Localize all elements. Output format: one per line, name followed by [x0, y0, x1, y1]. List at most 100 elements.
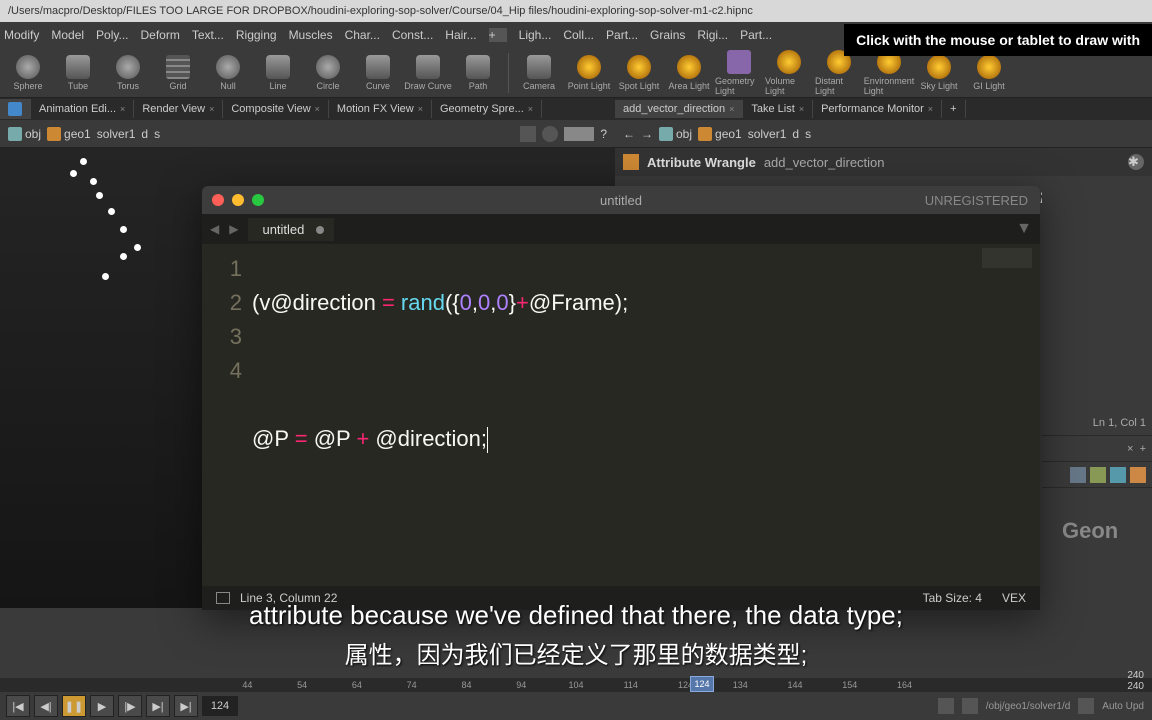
bc-s[interactable]: s	[154, 127, 160, 141]
nav-fwd-icon[interactable]: →	[641, 127, 653, 141]
tab-take-list[interactable]: Take List×	[743, 100, 813, 118]
current-frame-field[interactable]: 124	[202, 696, 238, 716]
shelf-grid[interactable]: Grid	[154, 50, 202, 96]
menu-item[interactable]: Grains	[650, 28, 685, 42]
tab-performance-monitor[interactable]: Performance Monitor×	[813, 100, 942, 118]
menu-item[interactable]: Poly...	[96, 28, 128, 42]
layout-icon[interactable]	[216, 592, 230, 604]
bc-s[interactable]: s	[805, 127, 811, 141]
window-minimize-icon[interactable]	[232, 194, 244, 206]
timeline-ruler[interactable]: 44 54 64 74 84 94 104 114 124 134 144 15…	[0, 678, 1152, 692]
shelf-add-icon[interactable]: +	[489, 28, 507, 42]
bc-obj[interactable]: obj	[8, 127, 41, 141]
cursor-position-label[interactable]: Line 3, Column 22	[240, 591, 337, 605]
shelf-geo-light[interactable]: Geometry Light	[715, 50, 763, 96]
syntax-label[interactable]: VEX	[1002, 591, 1026, 605]
shelf-gi-light[interactable]: GI Light	[965, 50, 1013, 96]
shelf-torus[interactable]: Torus	[104, 50, 152, 96]
nodeview-icon[interactable]	[1110, 467, 1126, 483]
shelf-line[interactable]: Line	[254, 50, 302, 96]
tab-render-view[interactable]: Render View×	[134, 100, 223, 118]
step-back-button[interactable]: ◀|	[34, 695, 58, 717]
menu-item[interactable]: Deform	[141, 28, 180, 42]
history-fwd-icon[interactable]: ▶	[229, 222, 238, 236]
update-mode-icon[interactable]	[1078, 698, 1094, 714]
shelf-volume-light[interactable]: Volume Light	[765, 50, 813, 96]
tab-geo-spreadsheet[interactable]: Geometry Spre...×	[432, 100, 542, 118]
gear-icon[interactable]: ✱	[1128, 154, 1144, 170]
bc-d[interactable]: d	[792, 127, 799, 141]
tab-motionfx-view[interactable]: Motion FX View×	[329, 100, 432, 118]
viewport-toggle-icon[interactable]	[520, 126, 536, 142]
menu-item[interactable]: Char...	[345, 28, 380, 42]
shelf-curve[interactable]: Curve	[354, 50, 402, 96]
shelf-spot-light[interactable]: Spot Light	[615, 50, 663, 96]
menu-item[interactable]: Model	[51, 28, 84, 42]
tab-add[interactable]: +	[942, 100, 965, 118]
close-icon[interactable]: ×	[799, 104, 804, 114]
lock-icon[interactable]	[938, 698, 954, 714]
goto-end-button[interactable]: ▶|	[174, 695, 198, 717]
play-button[interactable]: ▶	[90, 695, 114, 717]
menu-item[interactable]: Muscles	[289, 28, 333, 42]
shelf-null[interactable]: Null	[204, 50, 252, 96]
close-icon[interactable]: ×	[120, 104, 125, 114]
editor-titlebar[interactable]: untitled UNREGISTERED	[202, 186, 1040, 214]
menu-item[interactable]: Modify	[4, 28, 39, 42]
shelf-point-light[interactable]: Point Light	[565, 50, 613, 96]
pause-button[interactable]: ❚❚	[62, 695, 86, 717]
auto-update-label[interactable]: Auto Upd	[1102, 701, 1144, 712]
help-icon[interactable]: ?	[600, 127, 607, 141]
history-back-icon[interactable]: ◀	[210, 222, 219, 236]
viewport-record-icon[interactable]	[542, 126, 558, 142]
tab-add-vector-direction[interactable]: add_vector_direction×	[615, 100, 743, 118]
shelf-sky-light[interactable]: Sky Light	[915, 50, 963, 96]
shelf-sphere[interactable]: Sphere	[4, 50, 52, 96]
shelf-draw-curve[interactable]: Draw Curve	[404, 50, 452, 96]
editor-tab-untitled[interactable]: untitled	[248, 218, 334, 241]
menu-item[interactable]: Const...	[392, 28, 433, 42]
menu-item[interactable]: Coll...	[563, 28, 594, 42]
menu-item[interactable]: Part...	[606, 28, 638, 42]
current-frame-marker[interactable]: 124	[690, 676, 714, 692]
nodeview-icon[interactable]	[1070, 467, 1086, 483]
shelf-path[interactable]: Path	[454, 50, 502, 96]
goto-start-button[interactable]: |◀	[6, 695, 30, 717]
bc-geo1[interactable]: geo1	[698, 127, 742, 141]
tab-scene-view[interactable]	[0, 99, 31, 119]
bc-geo1[interactable]: geo1	[47, 127, 91, 141]
close-icon[interactable]: ×	[928, 104, 933, 114]
shelf-env-light[interactable]: Environment Light	[865, 50, 913, 96]
tab-size-label[interactable]: Tab Size: 4	[923, 591, 982, 605]
tab-animation-editor[interactable]: Animation Edi...×	[31, 100, 134, 118]
shelf-tube[interactable]: Tube	[54, 50, 102, 96]
window-maximize-icon[interactable]	[252, 194, 264, 206]
key-icon[interactable]	[962, 698, 978, 714]
close-icon[interactable]: ×	[418, 104, 423, 114]
nav-back-icon[interactable]: ←	[623, 127, 635, 141]
close-icon[interactable]: ×	[209, 104, 214, 114]
nodeview-icon[interactable]	[1090, 467, 1106, 483]
minimap[interactable]	[982, 248, 1032, 268]
menu-item[interactable]: Ligh...	[519, 28, 552, 42]
viewport-indicator-icon[interactable]	[564, 127, 594, 141]
tabs-dropdown-icon[interactable]: ▼	[1016, 220, 1032, 238]
shelf-circle[interactable]: Circle	[304, 50, 352, 96]
code-editor[interactable]: 1 2 3 4 (v@direction = rand({0,0,0}+@Fra…	[202, 244, 1040, 586]
menu-item[interactable]: Rigging	[236, 28, 277, 42]
step-fwd-button[interactable]: |▶	[118, 695, 142, 717]
window-close-icon[interactable]	[212, 194, 224, 206]
nodeview-icon[interactable]	[1130, 467, 1146, 483]
tab-close-x-icon[interactable]: ×	[1127, 443, 1133, 455]
shelf-camera[interactable]: Camera	[515, 50, 563, 96]
bc-obj[interactable]: obj	[659, 127, 692, 141]
close-icon[interactable]: ×	[729, 104, 734, 114]
menu-item[interactable]: Hair...	[445, 28, 476, 42]
menu-item[interactable]: Part...	[740, 28, 772, 42]
bc-solver1[interactable]: solver1	[97, 127, 136, 141]
node-name-field[interactable]: add_vector_direction	[764, 155, 885, 170]
menu-item[interactable]: Text...	[192, 28, 224, 42]
close-icon[interactable]: ×	[315, 104, 320, 114]
tab-add-plus-icon[interactable]: +	[1140, 443, 1146, 455]
menu-item[interactable]: Rigi...	[697, 28, 728, 42]
